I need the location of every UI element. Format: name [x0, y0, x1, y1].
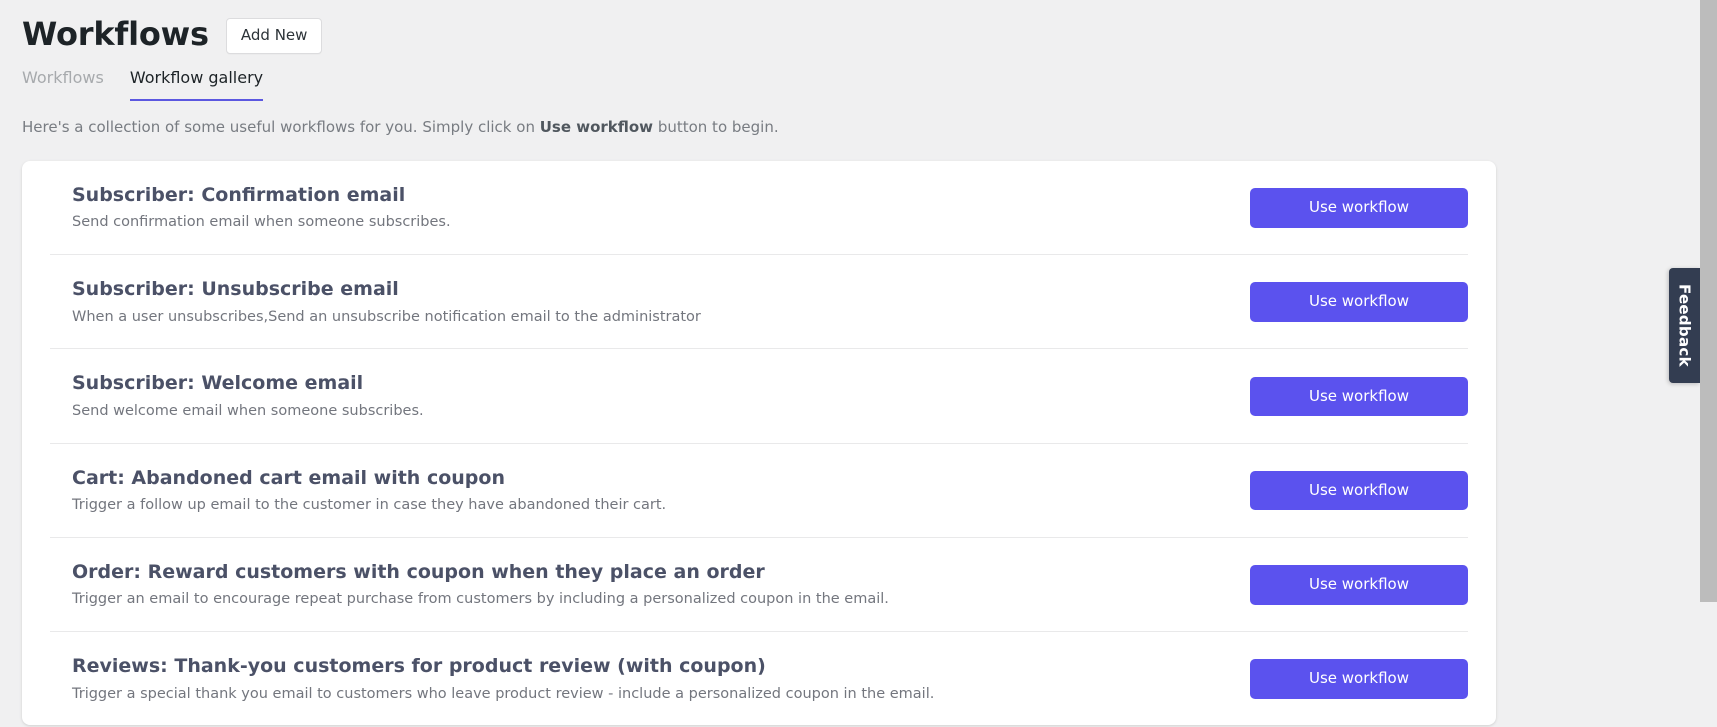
- use-workflow-button[interactable]: Use workflow: [1250, 376, 1468, 417]
- workflow-gallery-card: Subscriber: Confirmation email Send conf…: [22, 160, 1496, 726]
- workflow-row: Subscriber: Confirmation email Send conf…: [50, 161, 1468, 256]
- workflow-row: Reviews: Thank-you customers for product…: [50, 632, 1468, 725]
- feedback-tab-label: Feedback: [1675, 284, 1694, 367]
- workflow-title: Subscriber: Unsubscribe email: [72, 278, 399, 301]
- use-workflow-button[interactable]: Use workflow: [1250, 659, 1468, 699]
- workflow-title: Order: Reward customers with coupon when…: [72, 560, 765, 583]
- workflow-row: Subscriber: Welcome email Send welcome e…: [50, 349, 1468, 444]
- workflow-text: Subscriber: Confirmation email Send conf…: [50, 183, 1226, 233]
- page-header: Workflows Add New: [0, 0, 1700, 54]
- workflow-title: Subscriber: Welcome email: [72, 372, 364, 395]
- workflow-text: Order: Reward customers with coupon when…: [50, 560, 1226, 610]
- workflow-description: Send welcome email when someone subscrib…: [72, 402, 424, 419]
- use-workflow-button[interactable]: Use workflow: [1250, 565, 1468, 605]
- workflow-row: Subscriber: Unsubscribe email When a use…: [50, 255, 1468, 350]
- workflow-row: Cart: Abandoned cart email with coupon T…: [50, 444, 1468, 538]
- intro-text-before: Here's a collection of some useful workf…: [22, 117, 540, 136]
- workflow-description: When a user unsubscribes,Send an unsubsc…: [72, 308, 701, 325]
- page-title: Workflows: [22, 14, 209, 53]
- page-viewport: Workflows Add New Workflows Workflow gal…: [0, 0, 1700, 727]
- page-scrollbar-thumb[interactable]: [1700, 0, 1717, 602]
- intro-text-emphasis: Use workflow: [539, 117, 654, 136]
- workflow-text: Reviews: Thank-you customers for product…: [50, 654, 1226, 704]
- workflow-title: Cart: Abandoned cart email with coupon: [72, 466, 505, 489]
- tab-workflow-gallery[interactable]: Workflow gallery: [129, 68, 264, 101]
- feedback-tab[interactable]: Feedback: [1669, 268, 1700, 383]
- intro-text: Here's a collection of some useful workf…: [0, 101, 1700, 138]
- workflow-text: Cart: Abandoned cart email with coupon T…: [50, 466, 1226, 516]
- workflow-row: Order: Reward customers with coupon when…: [50, 538, 1468, 633]
- workflow-description: Send confirmation email when someone sub…: [72, 214, 451, 231]
- use-workflow-button[interactable]: Use workflow: [1250, 188, 1468, 228]
- use-workflow-button[interactable]: Use workflow: [1250, 470, 1468, 511]
- workflow-description: Trigger a follow up email to the custome…: [72, 497, 667, 514]
- intro-text-after: button to begin.: [653, 117, 779, 136]
- workflow-description: Trigger a special thank you email to cus…: [72, 685, 935, 702]
- workflow-title: Reviews: Thank-you customers for product…: [72, 655, 766, 678]
- add-new-button[interactable]: Add New: [225, 18, 323, 54]
- workflow-text: Subscriber: Welcome email Send welcome e…: [50, 371, 1226, 421]
- tab-bar: Workflows Workflow gallery: [0, 54, 1700, 101]
- workflow-description: Trigger an email to encourage repeat pur…: [72, 591, 889, 608]
- use-workflow-button[interactable]: Use workflow: [1250, 282, 1468, 322]
- workflow-text: Subscriber: Unsubscribe email When a use…: [50, 277, 1226, 327]
- workflow-title: Subscriber: Confirmation email: [72, 183, 406, 206]
- tab-workflows[interactable]: Workflows: [22, 68, 104, 101]
